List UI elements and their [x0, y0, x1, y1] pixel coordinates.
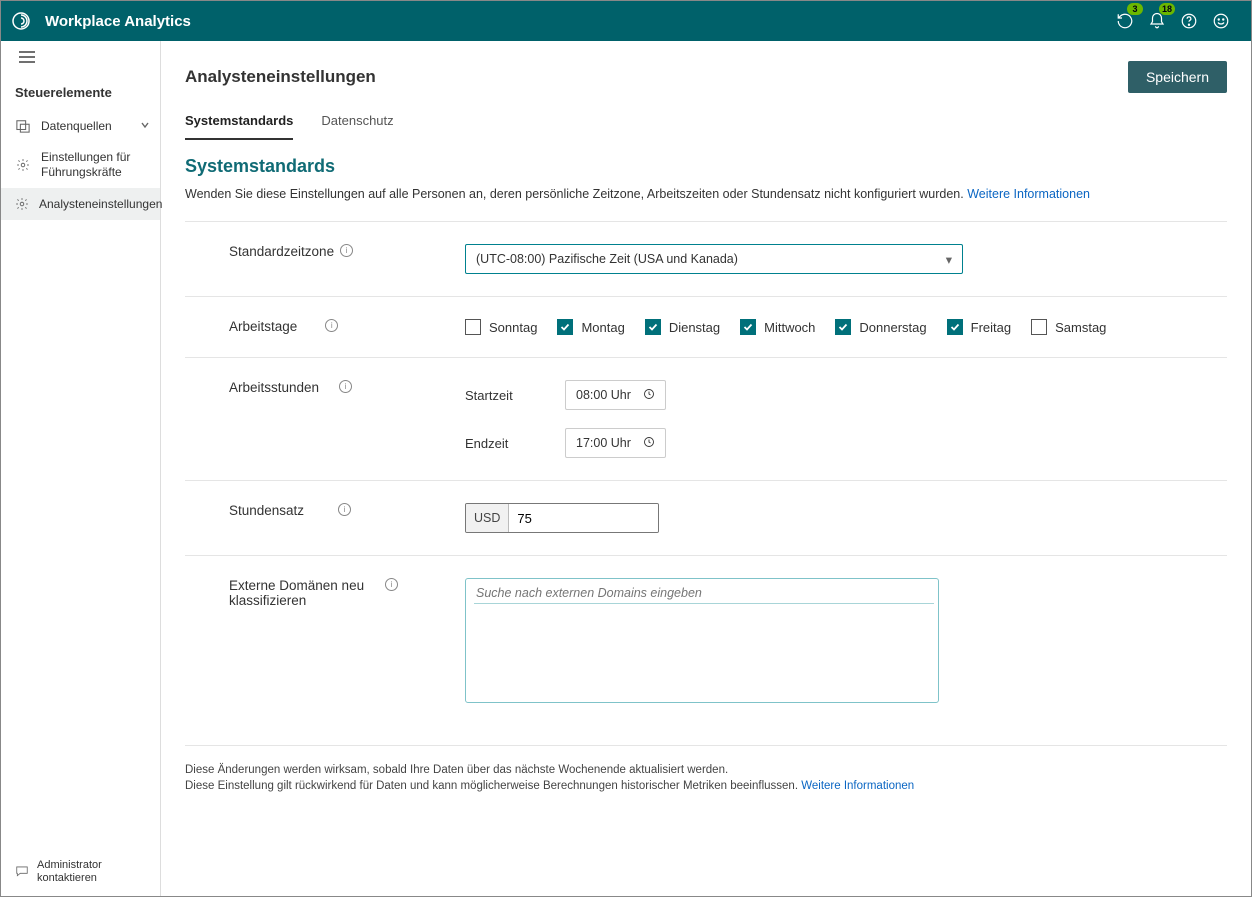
- workday-checkbox-1[interactable]: Montag: [557, 319, 624, 335]
- timezone-value: (UTC-08:00) Pazifische Zeit (USA und Kan…: [476, 252, 738, 266]
- workday-label: Mittwoch: [764, 320, 815, 335]
- workday-label: Sonntag: [489, 320, 537, 335]
- gear-icon: [15, 196, 29, 212]
- note-2: Diese Einstellung gilt rückwirkend für D…: [185, 780, 1227, 792]
- bell-icon[interactable]: 18: [1141, 5, 1173, 37]
- sidebar: Steuerelemente Datenquellen Einstellunge…: [1, 41, 161, 896]
- workday-checkbox-0[interactable]: Sonntag: [465, 319, 537, 335]
- start-time-input[interactable]: 08:00 Uhr: [565, 380, 666, 410]
- smile-icon[interactable]: [1205, 5, 1237, 37]
- app-logo-icon: [1, 1, 41, 41]
- note-1: Diese Änderungen werden wirksam, sobald …: [185, 764, 1227, 776]
- chat-icon: [15, 864, 29, 880]
- workhours-label: Arbeitsstunden: [229, 380, 319, 395]
- info-icon[interactable]: i: [339, 380, 352, 393]
- checkbox-box: [465, 319, 481, 335]
- more-info-link-2[interactable]: Weitere Informationen: [801, 780, 914, 792]
- checkbox-box: [740, 319, 756, 335]
- sidebar-item-leadership-settings[interactable]: Einstellungen für Führungskräfte: [1, 142, 160, 188]
- timezone-label: Standardzeitzone: [229, 244, 334, 259]
- section-description-text: Wenden Sie diese Einstellungen auf alle …: [185, 187, 964, 201]
- checkbox-box: [947, 319, 963, 335]
- workday-checkbox-6[interactable]: Samstag: [1031, 319, 1106, 335]
- tabs: Systemstandards Datenschutz: [185, 105, 1227, 140]
- rate-input[interactable]: [509, 504, 659, 532]
- checkbox-box: [1031, 319, 1047, 335]
- page-title: Analysteneinstellungen: [185, 67, 376, 87]
- sidebar-item-analyst-settings[interactable]: Analysteneinstellungen: [1, 188, 160, 220]
- app-title: Workplace Analytics: [45, 13, 191, 30]
- content-area: Analysteneinstellungen Speichern Systems…: [161, 41, 1251, 896]
- save-button[interactable]: Speichern: [1128, 61, 1227, 93]
- sidebar-footer-label: Administrator kontaktieren: [37, 859, 146, 887]
- rewind-icon[interactable]: 3: [1109, 5, 1141, 37]
- note-2-text: Diese Einstellung gilt rückwirkend für D…: [185, 780, 798, 792]
- workday-checkbox-5[interactable]: Freitag: [947, 319, 1011, 335]
- info-icon[interactable]: i: [385, 578, 398, 591]
- chevron-down-icon: [140, 119, 150, 133]
- sidebar-item-label: Analysteneinstellungen: [39, 197, 162, 212]
- gear-icon: [15, 157, 31, 173]
- checkbox-box: [835, 319, 851, 335]
- tab-privacy[interactable]: Datenschutz: [321, 105, 393, 140]
- rate-input-group: USD: [465, 503, 659, 533]
- checkbox-box: [645, 319, 661, 335]
- rate-label: Stundensatz: [229, 503, 304, 518]
- end-time-input[interactable]: 17:00 Uhr: [565, 428, 666, 458]
- more-info-link[interactable]: Weitere Informationen: [967, 187, 1090, 201]
- workday-label: Freitag: [971, 320, 1011, 335]
- hamburger-icon[interactable]: [1, 41, 160, 73]
- caret-down-icon: ▾: [946, 252, 952, 267]
- clock-icon: [643, 436, 655, 451]
- end-time-value: 17:00 Uhr: [576, 436, 631, 450]
- workday-label: Samstag: [1055, 320, 1106, 335]
- workday-checkbox-2[interactable]: Dienstag: [645, 319, 720, 335]
- sidebar-contact-admin[interactable]: Administrator kontaktieren: [1, 849, 160, 897]
- workday-label: Dienstag: [669, 320, 720, 335]
- section-heading: Systemstandards: [185, 156, 1227, 177]
- section-description: Wenden Sie diese Einstellungen auf alle …: [185, 187, 1227, 201]
- start-time-label: Startzeit: [465, 388, 565, 403]
- workdays-label: Arbeitstage: [229, 319, 297, 334]
- end-time-label: Endzeit: [465, 436, 565, 451]
- currency-label: USD: [466, 504, 509, 532]
- tab-system-defaults[interactable]: Systemstandards: [185, 105, 293, 140]
- sidebar-item-datasources[interactable]: Datenquellen: [1, 110, 160, 142]
- start-time-value: 08:00 Uhr: [576, 388, 631, 402]
- clock-icon: [643, 388, 655, 403]
- help-icon[interactable]: [1173, 5, 1205, 37]
- workday-label: Montag: [581, 320, 624, 335]
- info-icon[interactable]: i: [338, 503, 351, 516]
- workday-checkbox-3[interactable]: Mittwoch: [740, 319, 815, 335]
- datasource-icon: [15, 118, 31, 134]
- workday-checkbox-4[interactable]: Donnerstag: [835, 319, 926, 335]
- domains-input[interactable]: [474, 585, 934, 604]
- top-bar: Workplace Analytics 3 18: [1, 1, 1251, 41]
- domains-searchbox: [465, 578, 939, 703]
- workday-label: Donnerstag: [859, 320, 926, 335]
- sidebar-item-label: Datenquellen: [41, 119, 140, 134]
- domains-label: Externe Domänen neu klassifizieren: [229, 578, 379, 608]
- timezone-select[interactable]: (UTC-08:00) Pazifische Zeit (USA und Kan…: [465, 244, 963, 274]
- info-icon[interactable]: i: [325, 319, 338, 332]
- sidebar-section-title: Steuerelemente: [1, 73, 160, 110]
- sidebar-item-label: Einstellungen für Führungskräfte: [41, 150, 150, 180]
- info-icon[interactable]: i: [340, 244, 353, 257]
- checkbox-box: [557, 319, 573, 335]
